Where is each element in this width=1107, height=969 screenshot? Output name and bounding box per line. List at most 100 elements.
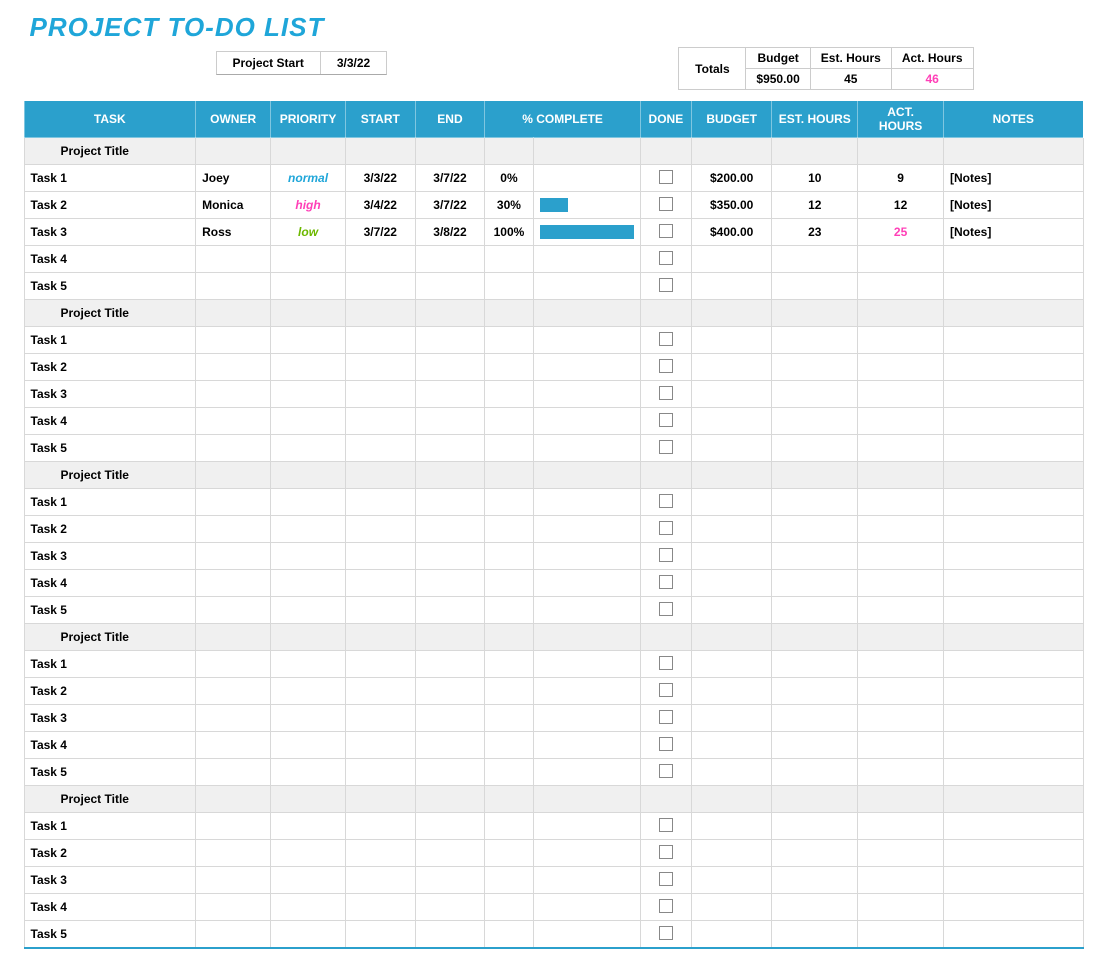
budget[interactable] — [691, 516, 771, 543]
budget[interactable]: $400.00 — [691, 219, 771, 246]
done-checkbox[interactable] — [659, 440, 673, 454]
task-name[interactable]: Task 5 — [24, 435, 196, 462]
pct-complete[interactable] — [485, 651, 533, 678]
start-date[interactable]: 3/7/22 — [345, 219, 415, 246]
owner[interactable] — [196, 678, 271, 705]
cell[interactable] — [858, 462, 944, 489]
act-hours[interactable] — [858, 354, 944, 381]
budget[interactable] — [691, 678, 771, 705]
start-date[interactable] — [345, 543, 415, 570]
task-name[interactable]: Task 1 — [24, 813, 196, 840]
owner[interactable] — [196, 570, 271, 597]
done-cell[interactable] — [640, 813, 691, 840]
pct-complete[interactable] — [485, 570, 533, 597]
done-cell[interactable] — [640, 894, 691, 921]
priority[interactable] — [271, 894, 346, 921]
owner[interactable] — [196, 516, 271, 543]
start-date[interactable] — [345, 813, 415, 840]
budget[interactable] — [691, 651, 771, 678]
notes[interactable]: [Notes] — [943, 219, 1083, 246]
act-hours[interactable] — [858, 273, 944, 300]
done-checkbox[interactable] — [659, 872, 673, 886]
budget[interactable]: $350.00 — [691, 192, 771, 219]
priority[interactable] — [271, 408, 346, 435]
pct-bar-cell[interactable] — [533, 435, 640, 462]
priority[interactable] — [271, 759, 346, 786]
pct-complete[interactable] — [485, 678, 533, 705]
start-date[interactable] — [345, 678, 415, 705]
pct-bar-cell[interactable] — [533, 381, 640, 408]
act-hours[interactable] — [858, 435, 944, 462]
cell[interactable] — [858, 300, 944, 327]
task-name[interactable]: Task 1 — [24, 327, 196, 354]
cell[interactable] — [691, 138, 771, 165]
notes[interactable] — [943, 516, 1083, 543]
act-hours[interactable] — [858, 678, 944, 705]
pct-complete[interactable] — [485, 894, 533, 921]
priority[interactable] — [271, 273, 346, 300]
task-name[interactable]: Task 5 — [24, 759, 196, 786]
est-hours[interactable] — [772, 813, 858, 840]
pct-complete[interactable] — [485, 327, 533, 354]
done-cell[interactable] — [640, 867, 691, 894]
start-date[interactable] — [345, 489, 415, 516]
done-checkbox[interactable] — [659, 386, 673, 400]
task-name[interactable]: Task 2 — [24, 354, 196, 381]
done-cell[interactable] — [640, 165, 691, 192]
pct-bar-cell[interactable] — [533, 705, 640, 732]
cell[interactable] — [415, 462, 485, 489]
cell[interactable] — [196, 300, 271, 327]
cell[interactable] — [415, 138, 485, 165]
done-checkbox[interactable] — [659, 413, 673, 427]
budget[interactable] — [691, 543, 771, 570]
act-hours[interactable] — [858, 732, 944, 759]
pct-bar-cell[interactable] — [533, 570, 640, 597]
priority[interactable] — [271, 246, 346, 273]
done-cell[interactable] — [640, 327, 691, 354]
cell[interactable] — [943, 786, 1083, 813]
budget[interactable] — [691, 570, 771, 597]
budget[interactable] — [691, 840, 771, 867]
priority[interactable]: normal — [271, 165, 346, 192]
end-date[interactable] — [415, 840, 485, 867]
done-cell[interactable] — [640, 840, 691, 867]
pct-bar-cell[interactable] — [533, 516, 640, 543]
priority[interactable] — [271, 381, 346, 408]
est-hours[interactable] — [772, 651, 858, 678]
notes[interactable] — [943, 273, 1083, 300]
cell[interactable] — [415, 300, 485, 327]
priority[interactable] — [271, 543, 346, 570]
done-checkbox[interactable] — [659, 656, 673, 670]
task-name[interactable]: Task 4 — [24, 408, 196, 435]
end-date[interactable] — [415, 894, 485, 921]
cell[interactable] — [772, 300, 858, 327]
end-date[interactable]: 3/7/22 — [415, 192, 485, 219]
est-hours[interactable] — [772, 840, 858, 867]
cell[interactable] — [943, 624, 1083, 651]
cell[interactable] — [415, 624, 485, 651]
budget[interactable] — [691, 489, 771, 516]
done-checkbox[interactable] — [659, 737, 673, 751]
budget[interactable] — [691, 705, 771, 732]
notes[interactable] — [943, 759, 1083, 786]
cell[interactable] — [533, 624, 640, 651]
end-date[interactable] — [415, 813, 485, 840]
pct-bar-cell[interactable] — [533, 732, 640, 759]
pct-complete[interactable] — [485, 813, 533, 840]
task-name[interactable]: Task 5 — [24, 921, 196, 949]
owner[interactable] — [196, 813, 271, 840]
task-name[interactable]: Task 5 — [24, 273, 196, 300]
owner[interactable] — [196, 921, 271, 949]
end-date[interactable] — [415, 246, 485, 273]
start-date[interactable] — [345, 651, 415, 678]
end-date[interactable] — [415, 651, 485, 678]
notes[interactable]: [Notes] — [943, 165, 1083, 192]
task-name[interactable]: Task 4 — [24, 732, 196, 759]
notes[interactable] — [943, 381, 1083, 408]
budget[interactable] — [691, 408, 771, 435]
notes[interactable] — [943, 705, 1083, 732]
pct-bar-cell[interactable] — [533, 192, 640, 219]
done-cell[interactable] — [640, 759, 691, 786]
cell[interactable] — [415, 786, 485, 813]
start-date[interactable] — [345, 516, 415, 543]
